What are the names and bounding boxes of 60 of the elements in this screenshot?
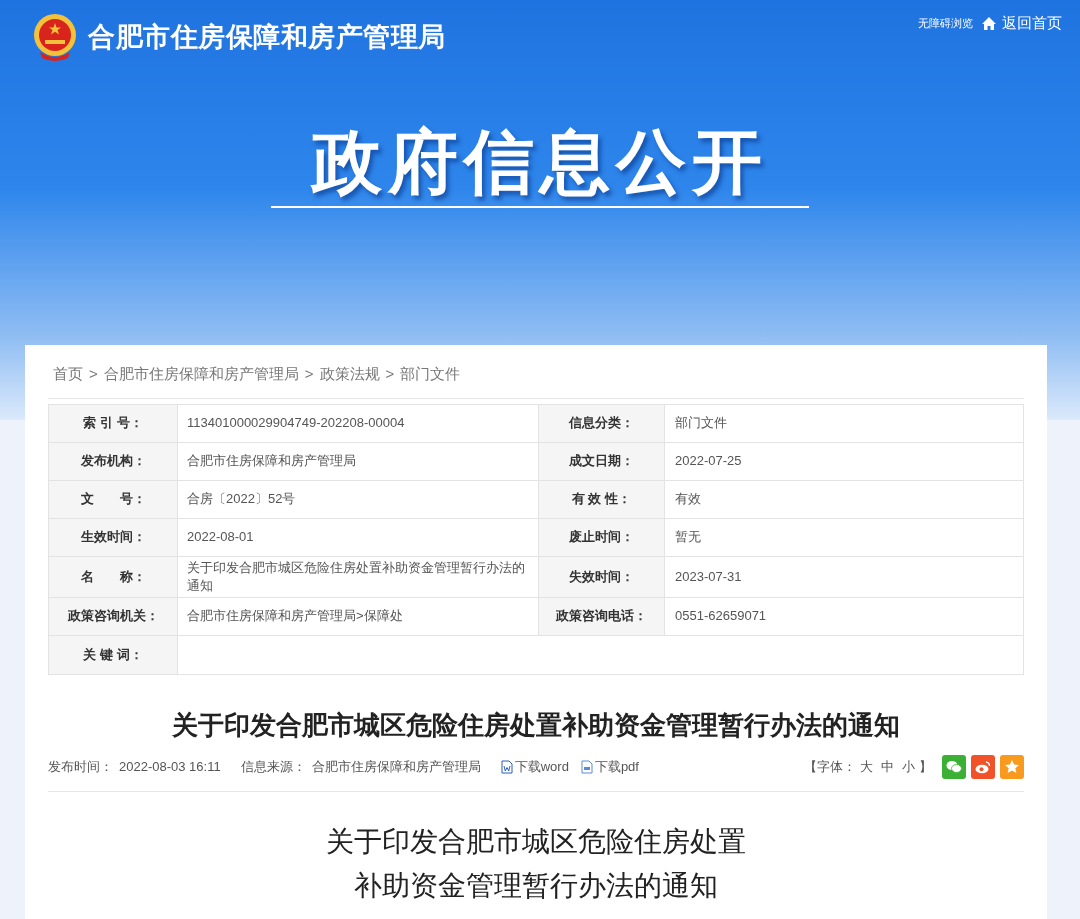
- banner-title: 政府信息公开: [312, 122, 768, 202]
- field-label: 信息分类：: [538, 404, 665, 442]
- document-icon: [580, 759, 593, 774]
- field-label: 索 引 号：: [49, 404, 178, 442]
- home-link[interactable]: 返回首页: [981, 12, 1062, 35]
- field-value: 2022-07-25: [674, 452, 743, 471]
- field-value: 暂无: [674, 528, 702, 547]
- document-heading: 关于印发合肥市城区危险住房处置: [326, 824, 746, 859]
- font-size-option[interactable]: 小: [902, 756, 915, 777]
- breadcrumb-separator: >: [89, 364, 98, 384]
- field-value: 113401000029904749-202208-00004: [186, 414, 406, 432]
- field-value: 部门文件: [674, 414, 728, 433]
- home-icon: [981, 15, 997, 31]
- font-size-bracket: 】: [919, 757, 932, 776]
- field-label: 失效时间：: [538, 556, 665, 597]
- field-label: 废止时间：: [538, 518, 665, 556]
- field-label: 政策咨询机关：: [49, 597, 178, 635]
- font-size-option[interactable]: 大: [860, 756, 873, 777]
- meta-label: 发布时间：: [48, 757, 113, 776]
- document-heading: 补助资金管理暂行办法的通知: [354, 868, 718, 903]
- field-value: 合房〔2022〕52号: [186, 490, 297, 508]
- article-title: 关于印发合肥市城区危险住房处置补助资金管理暂行办法的通知: [171, 708, 901, 741]
- field-label: 名 称：: [49, 556, 178, 597]
- field-value: 关于印发合肥市城区危险住房处置补助资金管理暂行办法的通知: [186, 558, 526, 595]
- meta-value: 合肥市住房保障和房产管理局: [311, 757, 481, 776]
- field-label: 文 号：: [49, 480, 178, 518]
- breadcrumb-separator: >: [385, 364, 395, 384]
- field-value: 2022-08-01: [186, 528, 255, 546]
- field-value: 2023-07-31: [674, 567, 743, 586]
- download-link[interactable]: 下载pdf: [580, 756, 639, 777]
- field-label: 有 效 性：: [538, 480, 665, 518]
- download-link[interactable]: 下载word: [500, 756, 569, 777]
- eye-logo-icon: [975, 759, 991, 774]
- emblem-icon: [32, 12, 78, 62]
- field-label: 发布机构：: [49, 442, 178, 480]
- meta-label: 信息来源：: [240, 757, 306, 776]
- field-value: 0551-62659071: [674, 607, 768, 626]
- field-value: 合肥市住房保障和房产管理局: [186, 452, 357, 470]
- share-button[interactable]: [971, 754, 995, 779]
- meta-value: 2022-08-03 16:11: [119, 757, 221, 776]
- document-icon: [500, 759, 513, 774]
- field-label: 生效时间：: [49, 518, 178, 556]
- breadcrumb-separator: >: [304, 364, 314, 384]
- share-button[interactable]: [942, 754, 966, 779]
- field-label: 成文日期：: [538, 442, 665, 480]
- breadcrumb-link[interactable]: 政策法规: [319, 363, 380, 386]
- field-label: 关 键 词：: [49, 635, 178, 674]
- field-value: 合肥市住房保障和房产管理局>保障处: [186, 607, 404, 625]
- field-value: 有效: [674, 490, 702, 509]
- site-title: 合肥市住房保障和房产管理局: [88, 20, 446, 54]
- star-icon: [1004, 759, 1020, 774]
- field-label: 政策咨询电话：: [538, 597, 665, 635]
- font-size-option[interactable]: 中: [881, 756, 894, 777]
- breadcrumb-link[interactable]: 首页: [53, 363, 83, 386]
- breadcrumb-link[interactable]: 部门文件: [400, 363, 461, 386]
- breadcrumb-link[interactable]: 合肥市住房保障和房产管理局: [103, 363, 299, 386]
- chat-bubbles-icon: [946, 759, 962, 774]
- accessibility-link[interactable]: 无障碍浏览: [918, 15, 973, 32]
- font-size-label: 【字体：: [804, 757, 856, 776]
- share-button[interactable]: [1000, 754, 1024, 779]
